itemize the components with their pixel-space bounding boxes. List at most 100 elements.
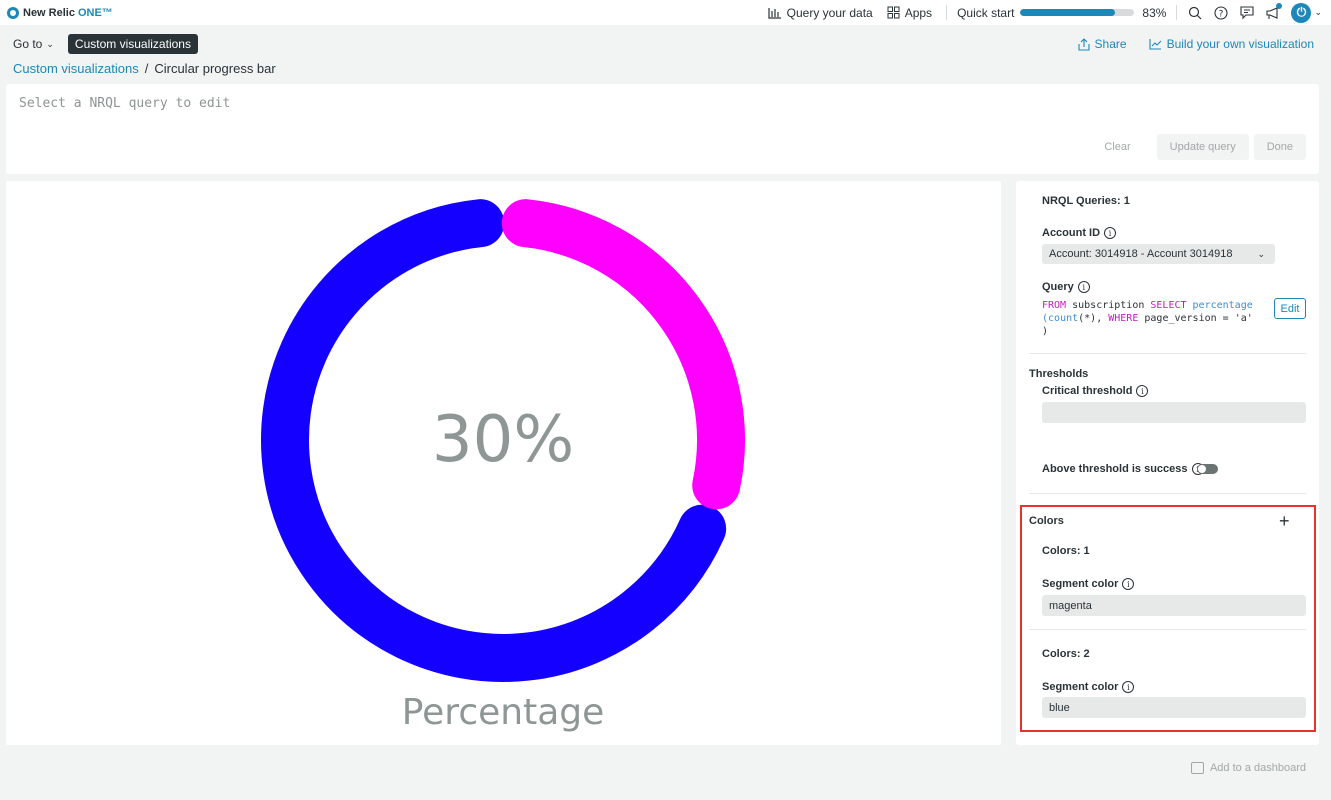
- help-icon[interactable]: ?: [1213, 5, 1229, 21]
- query-label-text: Query: [1042, 281, 1074, 293]
- query-table: subscription: [1066, 300, 1151, 311]
- svg-text:?: ?: [1219, 9, 1224, 19]
- critical-threshold-input[interactable]: [1042, 402, 1306, 423]
- query-your-data-label: Query your data: [786, 5, 873, 20]
- section-divider: [1029, 353, 1306, 354]
- segment-color-text: Segment color: [1042, 578, 1119, 590]
- share-icon: [1077, 37, 1090, 51]
- query-args: (*),: [1078, 313, 1109, 324]
- chart-line-icon: [1149, 39, 1161, 50]
- user-avatar[interactable]: ⏻: [1291, 2, 1312, 23]
- update-query-button[interactable]: Update query: [1156, 134, 1249, 160]
- info-icon[interactable]: i: [1122, 578, 1135, 590]
- done-button[interactable]: Done: [1253, 134, 1306, 160]
- build-visualization-button[interactable]: Build your own visualization: [1149, 37, 1314, 51]
- chevron-down-icon: ⌄: [1257, 248, 1265, 259]
- segment-color-1-input[interactable]: magenta: [1042, 595, 1306, 616]
- share-label: Share: [1094, 37, 1127, 51]
- quick-start-button[interactable]: Quick start 83%: [957, 6, 1166, 20]
- above-threshold-toggle[interactable]: [1197, 464, 1218, 474]
- top-nav: Query your data Apps Quick start 83% ? ⏻…: [768, 0, 1331, 25]
- info-icon[interactable]: i: [1122, 681, 1135, 693]
- quick-start-label: Quick start: [957, 5, 1015, 20]
- nrql-queries-count: NRQL Queries: 1: [1042, 195, 1130, 207]
- sub-bar: Go to ⌄ Custom visualizations Share Buil…: [0, 33, 1331, 55]
- thresholds-heading: Thresholds: [1029, 368, 1089, 380]
- query-your-data-button[interactable]: Query your data: [768, 6, 873, 20]
- segment-color-1-label: Segment color i: [1042, 578, 1135, 590]
- info-icon[interactable]: i: [1077, 281, 1090, 293]
- new-relic-logo-icon: [7, 6, 19, 19]
- search-icon[interactable]: [1187, 5, 1203, 21]
- colors-heading: Colors: [1029, 515, 1064, 527]
- query-label: Query i: [1042, 281, 1090, 293]
- segment-color-2-label: Segment color i: [1042, 681, 1135, 693]
- query-placeholder: Select a NRQL query to edit: [19, 96, 231, 111]
- top-bar: New Relic ONE™ Query your data Apps Quic…: [0, 0, 1331, 25]
- query-function-percentage: percentage: [1186, 300, 1253, 311]
- query-keyword-select: SELECT: [1150, 300, 1187, 311]
- segment-color-2-input[interactable]: blue: [1042, 697, 1306, 718]
- query-close-paren: ): [1042, 326, 1049, 337]
- brand-suffix: ONE™: [77, 6, 113, 19]
- query-keyword-where: WHERE: [1108, 313, 1139, 324]
- account-id-text: Account ID: [1042, 227, 1101, 239]
- visualization-area: 30% Percentage: [6, 181, 1001, 745]
- goto-menu[interactable]: Go to ⌄: [13, 37, 54, 51]
- apps-label: Apps: [904, 5, 933, 20]
- center-value-label: 30%: [432, 403, 574, 477]
- query-function-count: count: [1048, 313, 1079, 324]
- config-panel: NRQL Queries: 1 Account ID i Account: 30…: [1016, 181, 1319, 745]
- breadcrumb-separator: /: [144, 61, 149, 76]
- chevron-down-icon: ⌄: [46, 38, 54, 49]
- current-section-tag[interactable]: Custom visualizations: [67, 34, 198, 54]
- apps-button[interactable]: Apps: [887, 6, 932, 20]
- nav-divider: [946, 5, 948, 20]
- circular-progress-chart: 30% Percentage: [261, 199, 745, 733]
- nrql-query-text: FROM subscription SELECT percentage (cou…: [1042, 299, 1264, 338]
- add-to-dashboard-button[interactable]: Add to a dashboard: [1190, 762, 1306, 774]
- chart-title-label: Percentage: [402, 692, 605, 733]
- quick-start-progress-bar: [1020, 9, 1135, 16]
- breadcrumb-parent-link[interactable]: Custom visualizations: [13, 61, 139, 76]
- dashboard-add-icon: [1190, 762, 1204, 774]
- info-icon[interactable]: i: [1104, 227, 1117, 239]
- above-threshold-label: Above threshold is success i: [1042, 463, 1204, 475]
- chevron-down-icon[interactable]: ⌄: [1314, 7, 1322, 18]
- brand-name: New Relic: [23, 6, 75, 19]
- breadcrumb: Custom visualizations / Circular progres…: [13, 61, 276, 76]
- account-select[interactable]: Account: 3014918 - Account 3014918 ⌄: [1042, 244, 1275, 264]
- apps-grid-icon: [887, 6, 900, 19]
- chart-bars-icon: [768, 7, 781, 19]
- colors-2-title: Colors: 2: [1042, 648, 1090, 660]
- account-id-label: Account ID i: [1042, 227, 1117, 239]
- section-divider: [1029, 493, 1306, 494]
- notification-dot: [1276, 2, 1283, 9]
- edit-query-button[interactable]: Edit: [1274, 298, 1306, 319]
- query-keyword-from: FROM: [1042, 300, 1067, 311]
- breadcrumb-current: Circular progress bar: [154, 61, 276, 76]
- nrql-query-editor[interactable]: Select a NRQL query to edit Clear Update…: [6, 84, 1319, 174]
- info-icon[interactable]: i: [1136, 385, 1149, 397]
- query-condition: page_version = 'a': [1138, 313, 1253, 324]
- add-color-icon[interactable]: +: [1279, 511, 1290, 532]
- quick-start-percent: 83%: [1142, 5, 1167, 20]
- colors-1-title: Colors: 1: [1042, 545, 1090, 557]
- build-visualization-label: Build your own visualization: [1166, 37, 1314, 51]
- clear-button[interactable]: Clear: [1091, 134, 1143, 160]
- query-actions: Clear Update query Done: [1091, 134, 1306, 160]
- share-button[interactable]: Share: [1077, 37, 1127, 51]
- nav-divider: [1176, 5, 1178, 20]
- announcements-icon[interactable]: [1265, 2, 1283, 21]
- critical-threshold-label: Critical threshold i: [1042, 385, 1149, 397]
- page-actions: Share Build your own visualization: [1077, 33, 1314, 55]
- app-logo[interactable]: New Relic ONE™: [7, 6, 113, 19]
- feedback-icon[interactable]: [1239, 5, 1255, 21]
- account-value: Account: 3014918 - Account 3014918: [1049, 248, 1233, 260]
- section-divider: [1029, 629, 1306, 630]
- critical-threshold-text: Critical threshold: [1042, 385, 1133, 397]
- quick-start-progress-fill: [1020, 9, 1116, 16]
- add-to-dashboard-label: Add to a dashboard: [1209, 762, 1306, 774]
- goto-label: Go to: [13, 37, 43, 51]
- segment-color-text: Segment color: [1042, 681, 1119, 693]
